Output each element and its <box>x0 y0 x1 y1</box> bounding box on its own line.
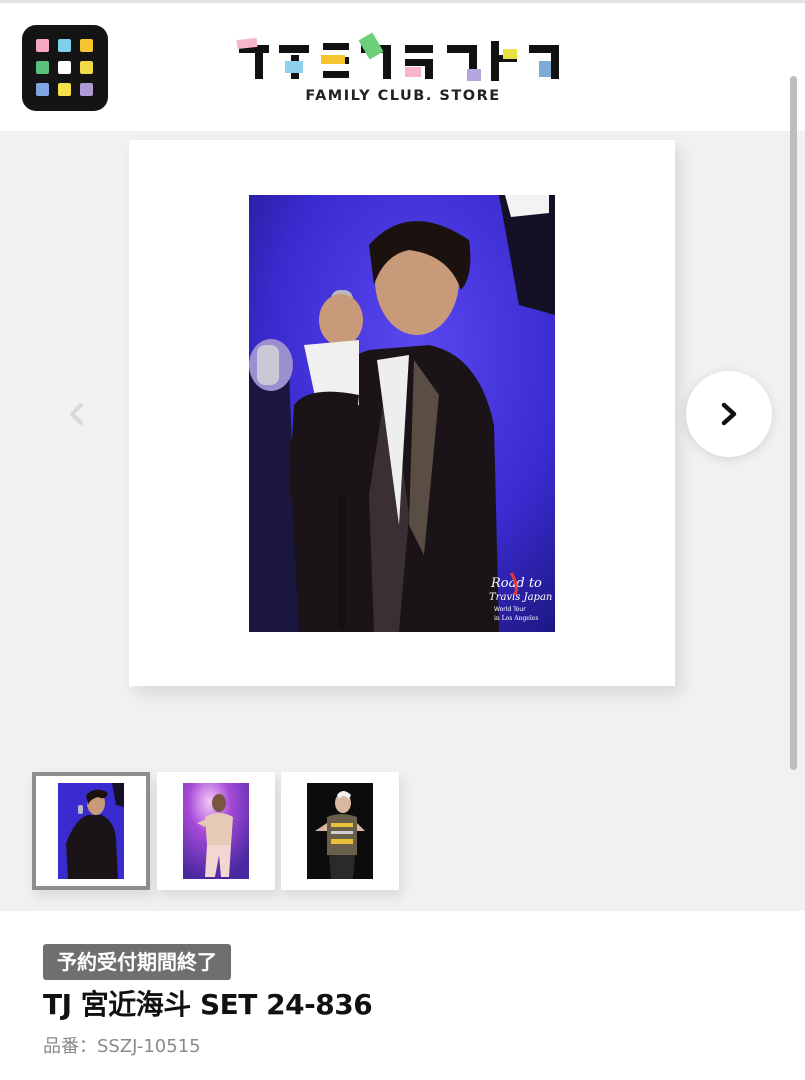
chevron-right-icon <box>721 402 737 426</box>
main-product-photo[interactable]: Road to Travis Japan World Tour in Los A… <box>249 195 555 632</box>
menu-button[interactable] <box>22 25 108 111</box>
next-image-button[interactable] <box>686 371 772 457</box>
thumbnail-2-photo <box>183 783 249 879</box>
thumbnail-2[interactable] <box>157 772 275 890</box>
logo-subtitle: FAMILY CLUB. STORE <box>305 88 501 104</box>
thumbnail-3-photo <box>307 783 373 879</box>
photo-caption-4: in Los Angeles <box>494 615 538 622</box>
menu-grid-dot <box>58 39 71 52</box>
photo-caption-3: World Tour <box>494 606 526 613</box>
thumbnail-1-photo <box>58 783 124 879</box>
site-header: FAMILY CLUB. STORE <box>0 3 805 131</box>
page-scrollbar[interactable] <box>790 76 797 770</box>
status-badge: 予約受付期間終了 <box>43 944 231 980</box>
previous-image-button[interactable] <box>64 401 90 427</box>
product-gallery: Road to Travis Japan World Tour in Los A… <box>0 76 805 911</box>
thumbnail-1[interactable] <box>32 772 150 890</box>
menu-grid-dot <box>80 39 93 52</box>
main-image-card: Road to Travis Japan World Tour in Los A… <box>129 140 675 686</box>
menu-grid-dot <box>58 83 71 96</box>
menu-grid-dot <box>58 61 71 74</box>
chevron-left-icon <box>70 403 83 425</box>
product-title: TJ 宮近海斗 SET 24-836 <box>43 988 373 1021</box>
menu-grid-dot <box>36 39 49 52</box>
photo-caption-2: Travis Japan <box>489 592 552 603</box>
product-info: 予約受付期間終了 TJ 宮近海斗 SET 24-836 品番：SSZJ-1051… <box>0 911 805 1080</box>
menu-grid-dot <box>80 83 93 96</box>
thumbnail-3[interactable] <box>281 772 399 890</box>
product-sku: 品番：SSZJ-10515 <box>43 1036 201 1057</box>
menu-grid-dot <box>80 61 93 74</box>
menu-grid-dot <box>36 83 49 96</box>
menu-grid-dot <box>36 61 49 74</box>
